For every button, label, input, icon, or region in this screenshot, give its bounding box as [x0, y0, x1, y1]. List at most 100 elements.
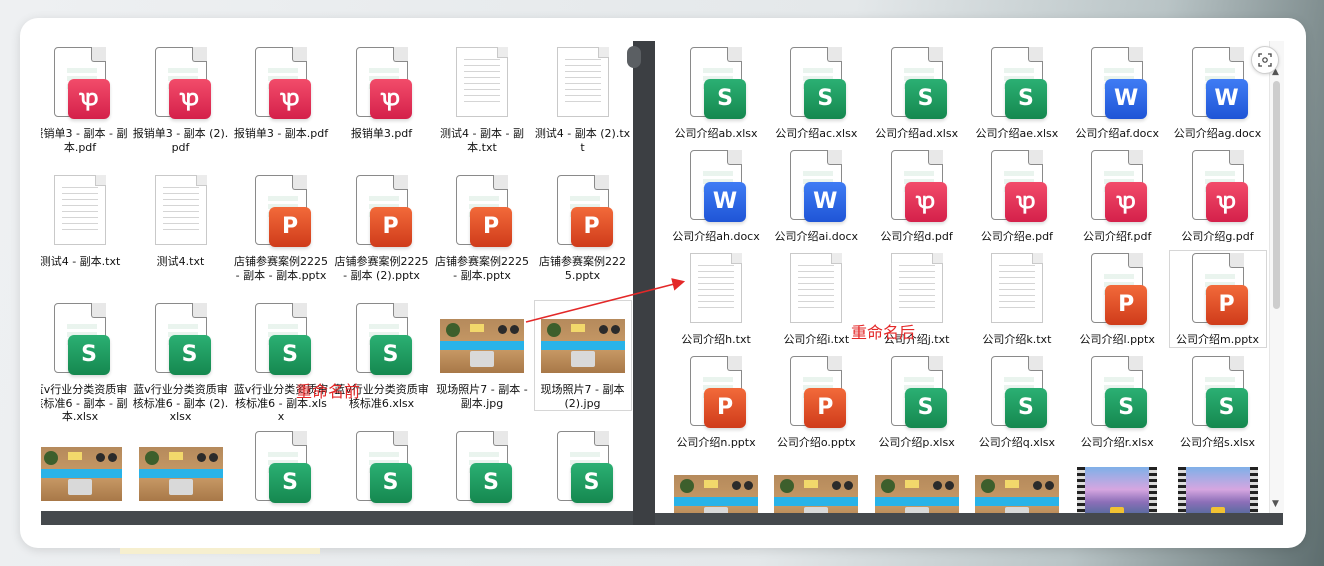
file-name-label: 公司介绍d.pdf: [880, 230, 953, 243]
file-name-label: 报销单3 - 副本 (2).pdf: [132, 127, 229, 154]
xlsx-file-icon: S: [1087, 354, 1148, 434]
xlsx-file-icon: S: [887, 45, 947, 125]
file-item[interactable]: S 公司介绍ab.xlsx: [668, 45, 764, 141]
divider-handle[interactable]: [627, 46, 641, 68]
scroll-down-arrow-icon[interactable]: ▼: [1272, 499, 1279, 509]
xlsx-file-icon: S: [987, 354, 1047, 434]
scrollbar-thumb[interactable]: [1273, 81, 1280, 309]
file-name-label: 公司介绍ad.xlsx: [875, 127, 959, 140]
file-item[interactable]: [768, 457, 864, 513]
file-item[interactable]: W 公司介绍ah.docx: [668, 148, 764, 244]
pdf-file-icon: ꝕ: [987, 148, 1047, 228]
file-item[interactable]: [668, 457, 764, 513]
file-item[interactable]: P 店铺参赛案例2225.pptx: [535, 173, 631, 282]
pptx-file-icon: P: [251, 173, 311, 253]
vertical-scrollbar[interactable]: ▲ ▼: [1269, 41, 1284, 513]
xlsx-file-icon: S: [686, 45, 746, 125]
photo-thumbnail-icon: [774, 457, 859, 513]
file-item[interactable]: 测试4.txt: [133, 173, 229, 269]
file-name-label: 公司介绍f.pdf: [1082, 230, 1152, 243]
file-item[interactable]: P 公司介绍n.pptx: [668, 354, 764, 450]
file-name-label: 现场照片7 - 副本 - 副本.jpg: [436, 383, 528, 410]
file-item[interactable]: S新建 XLSX 工作: [233, 429, 329, 513]
file-item[interactable]: P 公司介绍m.pptx: [1168, 250, 1267, 348]
file-item[interactable]: S新建 XLSX 工作: [535, 429, 631, 513]
photo-thumbnail-icon: [874, 457, 959, 513]
text-file-icon: [786, 251, 846, 331]
file-name-label: 公司介绍q.xlsx: [978, 436, 1056, 449]
file-item[interactable]: S 公司介绍r.xlsx: [1069, 354, 1165, 450]
pptx-file-icon: P: [352, 173, 412, 253]
file-item[interactable]: S 蓝v行业分类资质审核标准6 - 副本.xlsx: [233, 301, 329, 424]
file-name-label: 公司介绍s.xlsx: [1179, 436, 1256, 449]
file-name-label: 公司介绍ac.xlsx: [775, 127, 858, 140]
file-name-label: 测试4 - 副本 (2).txt: [534, 127, 631, 154]
file-item[interactable]: 测试4 - 副本.txt: [41, 173, 128, 269]
file-item[interactable]: ꝕ 报销单3 - 副本 - 副本.pdf: [41, 45, 128, 154]
file-item[interactable]: S 蓝v行业分类资质审核标准6 - 副本 - 副本.xlsx: [41, 301, 128, 424]
xlsx-file-icon: S: [352, 301, 412, 381]
file-item[interactable]: P 店铺参赛案例2225 - 副本 - 副本.pptx: [233, 173, 329, 282]
file-item[interactable]: S 公司介绍ac.xlsx: [768, 45, 864, 141]
file-item[interactable]: S新建 XLSX 工作: [434, 429, 530, 513]
pdf-file-icon: ꝕ: [50, 45, 110, 125]
file-item[interactable]: ꝕ 报销单3 - 副本 (2).pdf: [133, 45, 229, 154]
file-item[interactable]: 公司介绍k.txt: [969, 251, 1065, 347]
file-item[interactable]: [1069, 457, 1165, 513]
file-item[interactable]: ꝕ 公司介绍e.pdf: [969, 148, 1065, 244]
file-item[interactable]: S 公司介绍ae.xlsx: [969, 45, 1065, 141]
file-item[interactable]: W 公司介绍ai.docx: [768, 148, 864, 244]
file-name-label: 报销单3 - 副本.pdf: [233, 127, 329, 140]
xlsx-file-icon: S: [786, 45, 847, 125]
file-item[interactable]: S新建 XLSX 工作: [334, 429, 430, 513]
xlsx-file-icon: S: [251, 301, 311, 381]
file-item[interactable]: [1170, 457, 1266, 513]
file-item[interactable]: [969, 457, 1065, 513]
file-name-label: 公司介绍ai.docx: [774, 230, 859, 243]
right-file-pane-after: S 公司介绍ab.xlsx S 公司介绍ac.xlsx S 公司介绍ad.xlsx S 公司介…: [655, 41, 1269, 513]
file-item[interactable]: 现场照片7.jpg: [133, 429, 229, 513]
file-item[interactable]: [869, 457, 965, 513]
xlsx-file-icon: S: [151, 301, 211, 381]
file-item[interactable]: ꝕ 报销单3 - 副本.pdf: [233, 45, 329, 141]
annotation-before-rename: 重命名前: [296, 382, 361, 401]
pdf-file-icon: ꝕ: [1188, 148, 1248, 228]
file-item[interactable]: S 蓝v行业分类资质审核标准6 - 副本 (2).xlsx: [133, 301, 229, 424]
file-item[interactable]: 现场照片7 - 副本 - 副本.jpg: [434, 301, 530, 410]
file-item[interactable]: 公司介绍i.txt: [768, 251, 864, 347]
file-item[interactable]: 测试4 - 副本 - 副本.txt: [434, 45, 530, 154]
file-item[interactable]: P 公司介绍o.pptx: [768, 354, 864, 450]
file-name-label: 公司介绍g.pdf: [1181, 230, 1254, 243]
file-name-label: 公司介绍af.docx: [1075, 127, 1159, 140]
screenshot-button[interactable]: [1251, 46, 1279, 74]
file-item[interactable]: S 公司介绍q.xlsx: [969, 354, 1065, 450]
docx-file-icon: W: [686, 148, 746, 228]
file-item[interactable]: P 店铺参赛案例2225 - 副本 (2).pptx: [334, 173, 430, 282]
file-name-label: 公司介绍ah.docx: [672, 230, 760, 243]
file-item[interactable]: S 公司介绍s.xlsx: [1170, 354, 1266, 450]
pdf-file-icon: ꝕ: [151, 45, 211, 125]
photo-thumbnail-icon: [974, 457, 1059, 513]
rename-arrow: [525, 278, 686, 323]
text-file-icon: [151, 173, 211, 253]
file-name-label: 公司介绍ab.xlsx: [674, 127, 758, 140]
file-item[interactable]: S 公司介绍ad.xlsx: [869, 45, 965, 141]
text-file-icon: [987, 251, 1047, 331]
file-item[interactable]: W 公司介绍af.docx: [1069, 45, 1165, 141]
file-item[interactable]: 测试4 - 副本 (2).txt: [535, 45, 631, 154]
file-item[interactable]: P 店铺参赛案例2225 - 副本.pptx: [434, 173, 530, 282]
file-name-label: 测试4.txt: [156, 255, 205, 268]
file-name-label: 公司介绍n.pptx: [676, 436, 756, 449]
file-name-label: 公司介绍m.pptx: [1176, 333, 1259, 346]
file-item[interactable]: ꝕ 公司介绍f.pdf: [1069, 148, 1165, 244]
file-name-label: 公司介绍p.xlsx: [878, 436, 955, 449]
file-item[interactable]: P 公司介绍l.pptx: [1069, 251, 1165, 347]
photo-thumbnail-icon: [138, 429, 223, 509]
file-item[interactable]: ꝕ 报销单3.pdf: [334, 45, 430, 141]
file-item[interactable]: ꝕ 公司介绍g.pdf: [1170, 148, 1266, 244]
pptx-file-icon: P: [1087, 251, 1148, 331]
file-item[interactable]: S 公司介绍p.xlsx: [869, 354, 965, 450]
text-file-icon: [686, 251, 746, 331]
file-item[interactable]: 现场照片7 - 副: [41, 429, 128, 513]
file-item[interactable]: ꝕ 公司介绍d.pdf: [869, 148, 965, 244]
